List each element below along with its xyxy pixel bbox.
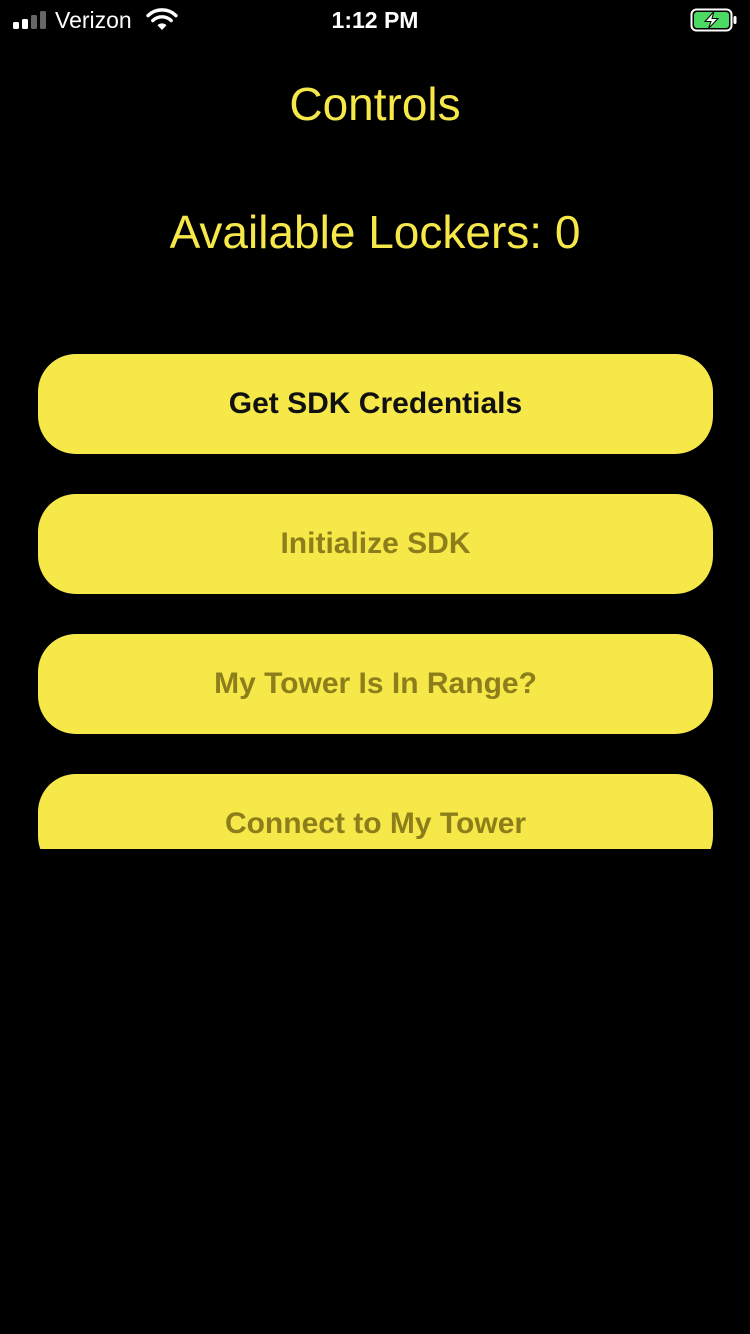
controls-button-list[interactable]: Get SDK Credentials Initialize SDK My To… — [38, 354, 713, 849]
page-title: Controls — [289, 78, 461, 130]
available-lockers-label: Available Lockers: 0 — [169, 206, 581, 258]
battery-charging-icon — [690, 8, 737, 32]
status-bar: Verizon 1:12 PM — [0, 0, 750, 40]
tower-in-range-button[interactable]: My Tower Is In Range? — [38, 634, 713, 734]
status-time: 1:12 PM — [331, 7, 419, 33]
initialize-sdk-button[interactable]: Initialize SDK — [38, 494, 713, 594]
get-sdk-credentials-button[interactable]: Get SDK Credentials — [38, 354, 713, 454]
connect-to-tower-button[interactable]: Connect to My Tower — [38, 774, 713, 849]
